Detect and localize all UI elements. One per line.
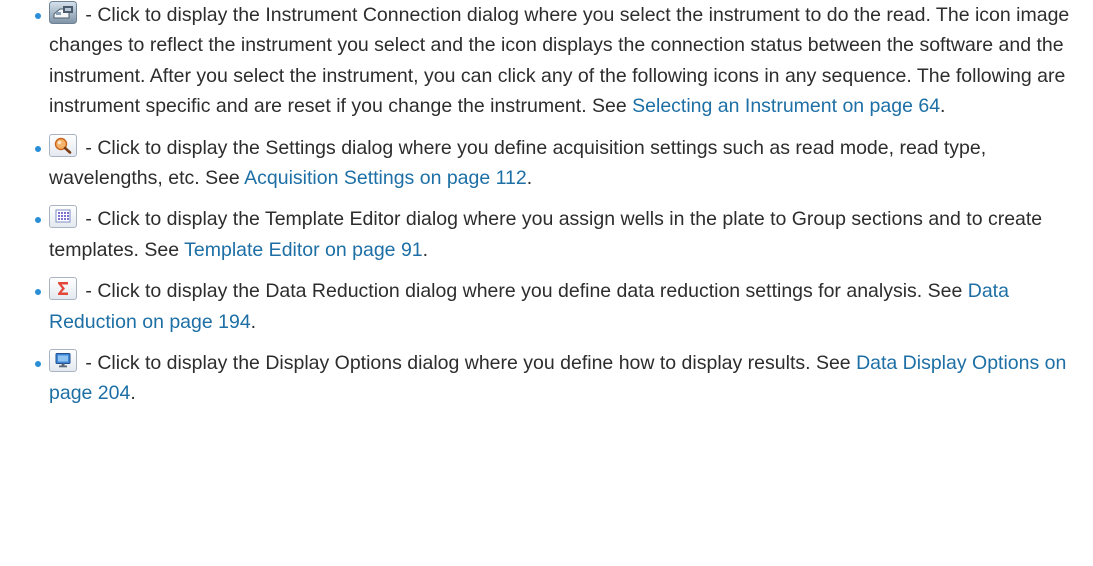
bullet — [35, 145, 41, 152]
list-item-display-options: - Click to display the Display Options d… — [0, 348, 1093, 409]
template-editor-link[interactable]: Template Editor on page 91 — [184, 239, 423, 261]
bullet — [35, 13, 41, 19]
item-text: - Click to display the Data Reduction di… — [80, 280, 968, 303]
item-period: . — [130, 382, 136, 405]
icon-description-list: - Click to display the Instrument Connec… — [0, 0, 1093, 409]
item-period: . — [422, 238, 429, 261]
selecting-an-instrument-link[interactable]: Selecting an Instrument on page 64 — [632, 95, 940, 117]
list-item-instrument-connection: - Click to display the Instrument Connec… — [0, 0, 1093, 122]
item-period: . — [526, 167, 533, 190]
display-monitor-icon — [49, 349, 77, 373]
list-item-settings: - Click to display the Settings dialog w… — [0, 133, 1093, 194]
instrument-connection-icon — [49, 1, 77, 24]
list-item-template-editor: - Click to display the Template Editor d… — [0, 204, 1093, 265]
item-period: . — [940, 95, 946, 118]
bullet — [35, 361, 41, 368]
bullet — [35, 289, 41, 296]
template-editor-icon — [49, 205, 77, 229]
list-item-data-reduction: - Click to display the Data Reduction di… — [0, 276, 1093, 337]
sigma-icon — [49, 277, 77, 301]
item-period: . — [250, 310, 257, 333]
acquisition-settings-link[interactable]: Acquisition Settings on page 112 — [244, 167, 527, 189]
settings-magnifier-icon — [49, 133, 77, 157]
item-text: - Click to display the Display Options d… — [80, 352, 857, 375]
bullet — [35, 217, 41, 224]
